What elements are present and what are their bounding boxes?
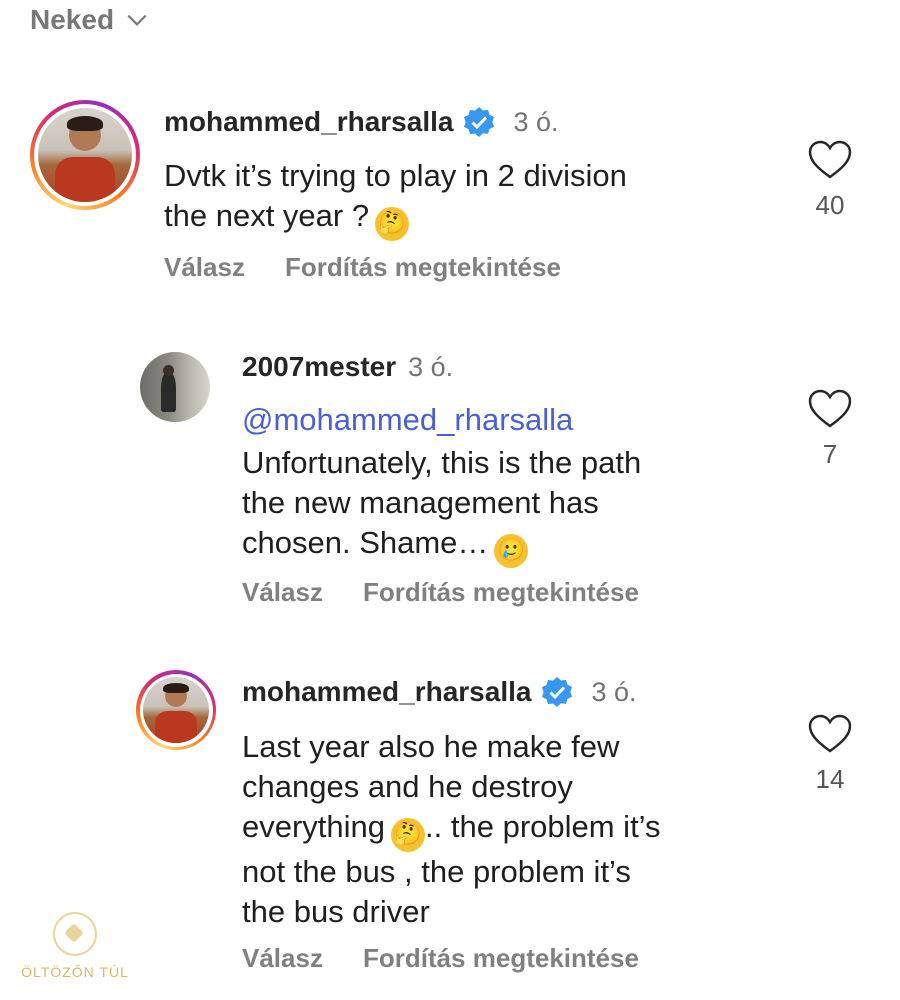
reply-button[interactable]: Válasz <box>164 252 245 283</box>
comment-time: 3 ó. <box>513 106 559 137</box>
sort-filter-dropdown[interactable]: Neked <box>30 4 150 36</box>
football-icon <box>53 912 97 956</box>
like-count: 7 <box>822 439 838 469</box>
comment-text: Last year also he make few changes and h… <box>242 729 661 929</box>
sort-filter-label: Neked <box>30 4 115 35</box>
heart-icon[interactable] <box>808 714 852 754</box>
smiling-tear-emoji: 🥲 <box>494 534 529 568</box>
comment-time: 3 ó. <box>591 676 637 707</box>
heart-icon[interactable] <box>808 140 852 180</box>
like-count: 40 <box>815 190 845 220</box>
chevron-down-icon <box>127 14 147 26</box>
see-translation-button[interactable]: Fordítás megtekintése <box>363 577 639 608</box>
heart-icon[interactable] <box>808 389 852 429</box>
verified-badge-icon <box>542 677 573 707</box>
reply-button[interactable]: Válasz <box>242 577 323 608</box>
avatar[interactable] <box>140 352 210 422</box>
comment-time: 3 ó. <box>408 351 454 382</box>
comment-username[interactable]: mohammed_rharsalla <box>242 676 531 708</box>
avatar-story-ring[interactable] <box>136 670 216 750</box>
comment-username[interactable]: mohammed_rharsalla <box>164 106 453 138</box>
mention-link[interactable]: @mohammed_rharsalla <box>242 402 573 438</box>
verified-badge-icon <box>464 107 495 137</box>
see-translation-button[interactable]: Fordítás megtekintése <box>363 943 639 974</box>
like-count: 14 <box>815 764 845 794</box>
see-translation-button[interactable]: Fordítás megtekintése <box>285 252 561 283</box>
thinking-face-emoji: 🤔 <box>391 818 426 852</box>
avatar-story-ring[interactable] <box>30 100 140 210</box>
comment-username[interactable]: 2007mester <box>242 351 396 383</box>
comment-text: Dvtk it’s trying to play in 2 division t… <box>164 156 627 241</box>
comments-screen: Neked mohammed_rharsalla 3 ó. Dvtk it’s … <box>0 0 900 1000</box>
reply-button[interactable]: Válasz <box>242 943 323 974</box>
comment-text: Unfortunately, this is the path the new … <box>242 443 641 568</box>
avatar <box>143 677 209 743</box>
thinking-face-emoji: 🤔 <box>375 207 410 241</box>
watermark-logo: ÖLTÖZŐN TÚL <box>10 912 140 980</box>
watermark-text: ÖLTÖZŐN TÚL <box>21 964 129 980</box>
avatar <box>38 108 132 202</box>
